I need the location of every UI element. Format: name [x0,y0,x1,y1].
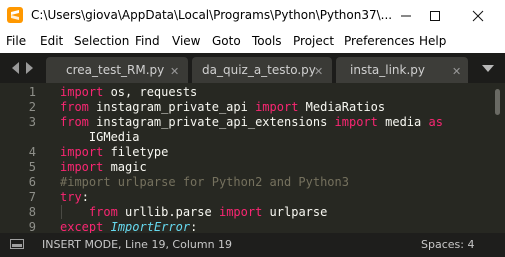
code-token: urllib.parse [117,205,219,219]
keyword-token: except [60,220,104,233]
close-icon [472,10,484,21]
code-token: os, requests [103,85,198,99]
code-token: media [377,115,429,129]
code-token: instagram_private_api_extensions [88,115,335,129]
code-line: from instagram_private_api import MediaR… [60,100,385,114]
window-title: C:\Users\giova\AppData\Local\Programs\Py… [31,8,393,22]
comment-token: #import urlparse for Python2 and Python3 [60,175,349,189]
minimize-icon [401,15,411,16]
line-number: 2 [28,100,36,114]
code-line: from instagram_private_api_extensions im… [60,115,443,129]
keyword-token: import [218,205,263,219]
keyword-token: import [60,85,104,99]
keyword-token: from [88,205,118,219]
code-token: magic [103,160,147,174]
tab-close-icon[interactable]: ✕ [314,65,323,78]
keyword-token: import [334,115,378,129]
line-number: 9 [28,220,36,233]
status-indentation[interactable]: Spaces: 4 [421,238,474,251]
tab-da-quiz-a-testo[interactable]: da_quiz_a_testo.py ✕ [192,57,332,83]
code-token: instagram_private_api [88,100,256,114]
menu-view[interactable]: View [172,34,200,48]
tab-list-dropdown-icon[interactable] [482,65,494,72]
code-line: #import urlparse for Python2 and Python3 [60,175,349,189]
line-number: 3 [28,115,36,129]
status-mode: INSERT MODE, Line 19, Column 19 [42,238,233,251]
code-token: : [81,190,89,204]
line-number: 8 [28,205,36,219]
keyword-token: from [60,115,89,129]
tab-insta-link[interactable]: insta_link.py ✕ [336,57,468,83]
menu-edit[interactable]: Edit [40,34,63,48]
menu-project[interactable]: Project [293,34,334,48]
status-bar: INSERT MODE, Line 19, Column 19 Spaces: … [0,233,505,257]
code-line: except ImportError: [60,220,197,233]
tab-label: insta_link.py [350,63,426,77]
menu-find[interactable]: Find [135,34,160,48]
tab-scroll-right-icon[interactable] [26,62,33,74]
tab-crea-test-rm[interactable]: crea_test_RM.py ✕ [46,57,188,83]
code-token: MediaRatios [298,100,386,114]
toggle-panel-icon[interactable] [10,239,24,249]
code-token: filetype [103,145,169,159]
code-token: IGMedia [60,130,140,144]
menu-goto[interactable]: Goto [212,34,241,48]
menu-selection[interactable]: Selection [74,34,129,48]
sublime-text-icon [7,7,23,23]
code-line: import os, requests [60,85,197,99]
keyword-token: import [60,160,104,174]
code-line: from urllib.parse import urlparse [60,205,327,219]
code-token: urlparse [262,205,328,219]
maximize-icon [430,10,440,21]
code-editor[interactable]: 1 2 3 4 5 6 7 8 9 import os, requests fro… [0,83,505,233]
menu-preferences[interactable]: Preferences [344,34,415,48]
title-bar: C:\Users\giova\AppData\Local\Programs\Py… [0,0,505,31]
line-number: 5 [28,160,36,174]
keyword-token: from [60,100,89,114]
keyword-token: import [60,145,104,159]
keyword-token: import [255,100,299,114]
keyword-token: try [60,190,82,204]
menu-tools[interactable]: Tools [252,34,282,48]
line-number: 1 [28,85,36,99]
tab-label: da_quiz_a_testo.py [202,63,316,77]
keyword-token: as [428,115,443,129]
tab-scroll-left-icon[interactable] [12,62,19,74]
tab-label: crea_test_RM.py [66,63,165,77]
menu-bar: File Edit Selection Find View Goto Tools… [0,31,505,53]
menu-file[interactable]: File [6,34,26,48]
close-button[interactable] [461,0,495,31]
code-line: import magic [60,160,147,174]
code-line: import filetype [60,145,168,159]
menu-help[interactable]: Help [419,34,446,48]
code-line: IGMedia [60,130,140,144]
maximize-button[interactable] [418,0,452,31]
line-number: 6 [28,175,36,189]
line-number: 7 [28,190,36,204]
tab-close-icon[interactable]: ✕ [170,65,179,78]
exception-token: ImportError [110,220,191,233]
tab-close-icon[interactable]: ✕ [452,65,461,78]
tab-bar: crea_test_RM.py ✕ da_quiz_a_testo.py ✕ i… [0,53,505,83]
code-line: try: [60,190,89,204]
line-number: 4 [28,145,36,159]
code-token: : [190,220,198,233]
line-number-gutter: 1 2 3 4 5 6 7 8 9 [0,83,52,233]
vertical-scrollbar[interactable] [495,89,500,115]
